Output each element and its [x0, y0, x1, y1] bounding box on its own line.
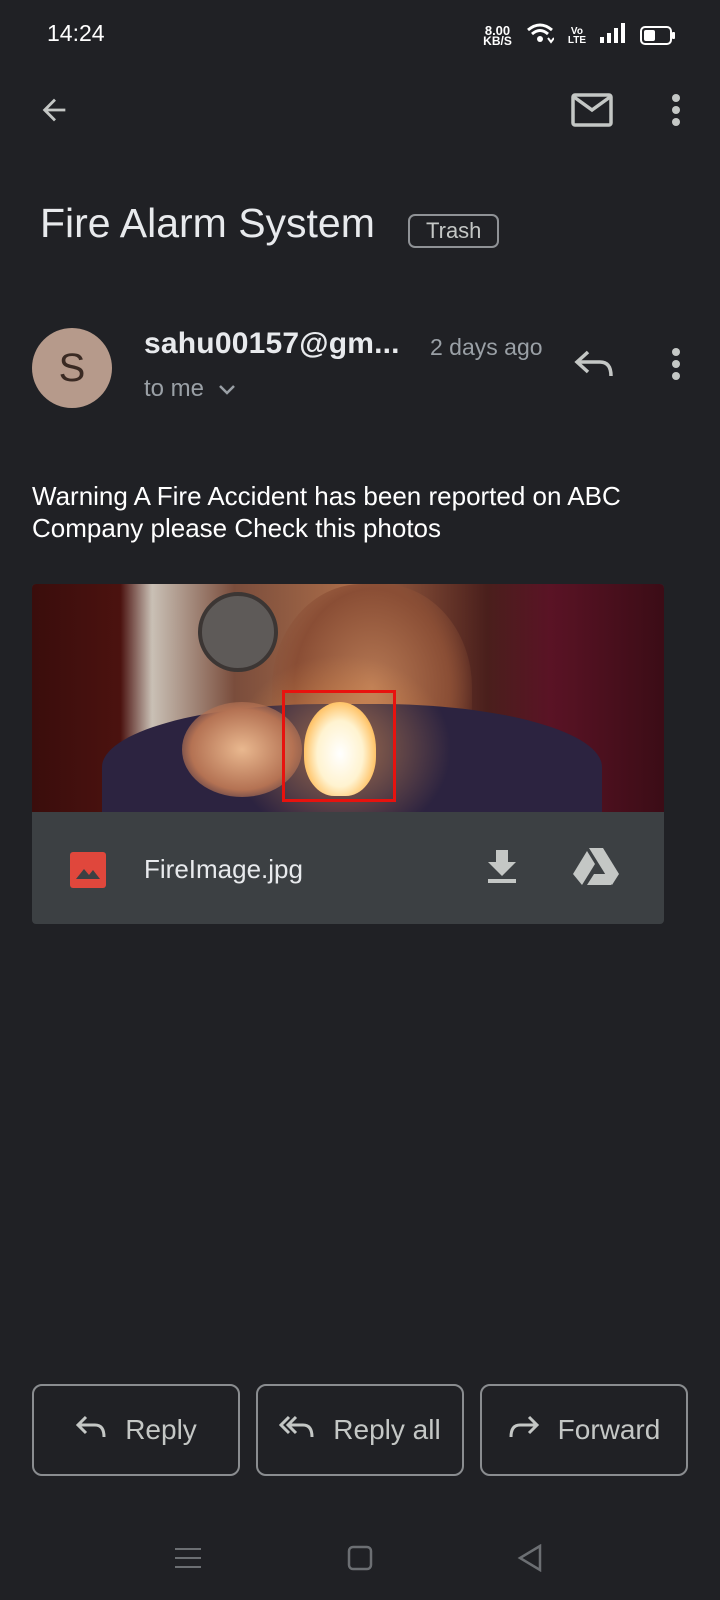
- back-button[interactable]: [30, 88, 78, 136]
- menu-icon: [175, 1546, 201, 1575]
- network-speed-unit: KB/S: [483, 33, 512, 48]
- battery-icon: [640, 26, 675, 45]
- recipient-details-toggle[interactable]: to me: [144, 375, 236, 403]
- attachment-filename: FireImage.jpg: [144, 854, 303, 884]
- network-speed: 8.00 KB/S: [483, 24, 512, 48]
- save-to-drive-button[interactable]: [570, 842, 622, 894]
- volte-bottom: LTE: [567, 34, 586, 46]
- reply-all-button-label: Reply all: [333, 1414, 441, 1445]
- home-square-icon: [347, 1545, 373, 1576]
- volte-indicator: Vo LTE: [567, 26, 586, 46]
- download-button[interactable]: [476, 842, 528, 894]
- wifi-icon: [526, 22, 555, 49]
- more-options-button[interactable]: [652, 88, 700, 136]
- battery-fill: [644, 30, 655, 41]
- status-time: 14:24: [47, 20, 105, 46]
- status-icons: 8.00 KB/S Vo LTE: [483, 22, 675, 49]
- more-vert-icon: [671, 347, 681, 386]
- reply-button[interactable]: Reply: [32, 1384, 240, 1476]
- attachment-preview-image[interactable]: [32, 584, 664, 812]
- reply-icon: [574, 348, 614, 385]
- sender-avatar[interactable]: S: [32, 328, 112, 408]
- chevron-down-icon: [218, 375, 236, 403]
- quick-reply-button[interactable]: [568, 340, 620, 392]
- back-nav-button[interactable]: [510, 1540, 550, 1580]
- more-vert-icon: [671, 93, 681, 132]
- wall-clock-shape: [198, 592, 278, 672]
- mark-unread-mail-icon: [571, 92, 613, 132]
- recipient-label: to me: [144, 375, 205, 402]
- download-icon: [486, 848, 518, 889]
- reply-all-icon: [279, 1414, 315, 1447]
- email-subject: Fire Alarm System: [40, 200, 375, 246]
- forward-icon: [508, 1414, 540, 1447]
- drive-icon: [573, 846, 619, 891]
- forward-button[interactable]: Forward: [480, 1384, 688, 1476]
- recents-nav-button[interactable]: [168, 1540, 208, 1580]
- fire-detection-box: [282, 690, 396, 802]
- label-chip-trash[interactable]: Trash: [408, 214, 500, 248]
- email-body: Warning A Fire Accident has been reporte…: [32, 481, 621, 543]
- attachment-info-bar[interactable]: FireImage.jpg: [32, 812, 664, 924]
- home-nav-button[interactable]: [340, 1540, 380, 1580]
- reply-all-button[interactable]: Reply all: [256, 1384, 464, 1476]
- arrow-back-icon: [37, 93, 71, 132]
- reply-button-label: Reply: [125, 1414, 197, 1445]
- reply-icon: [75, 1414, 107, 1447]
- forward-button-label: Forward: [557, 1414, 661, 1445]
- message-more-button[interactable]: [652, 340, 700, 392]
- email-date: 2 days ago: [430, 334, 543, 360]
- sender-name[interactable]: sahu00157@gm...: [144, 327, 400, 361]
- signal-icon: [600, 23, 626, 48]
- image-file-icon: [70, 852, 106, 888]
- back-triangle-icon: [517, 1543, 543, 1577]
- attachment-card[interactable]: FireImage.jpg: [32, 584, 664, 924]
- mark-unread-button[interactable]: [566, 88, 618, 136]
